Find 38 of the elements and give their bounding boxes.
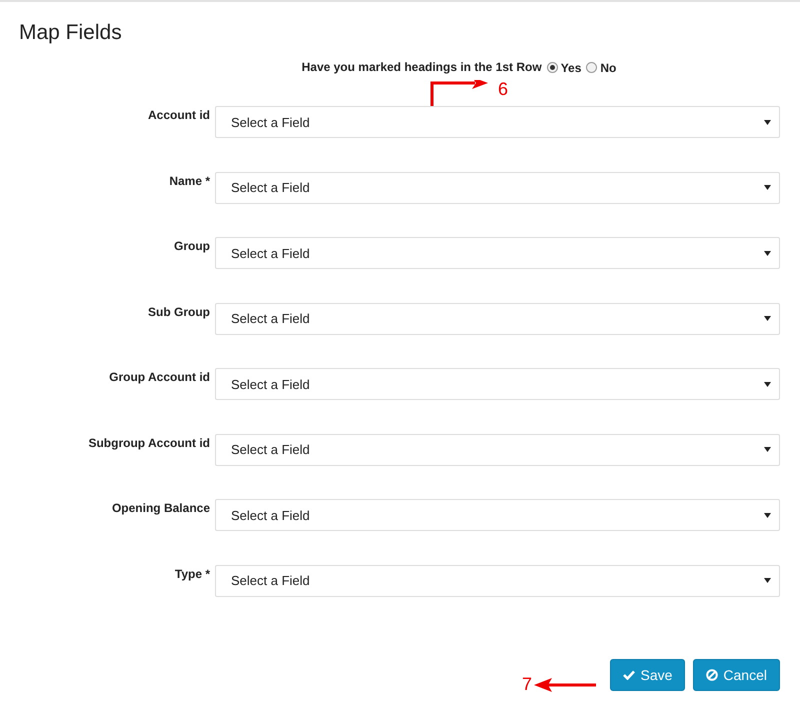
field-label: Subgroup Account id: [88, 434, 210, 452]
callout-number: 7: [522, 674, 532, 695]
caret-icon: [764, 447, 771, 452]
radio-button[interactable]: [546, 62, 558, 72]
select-field[interactable]: Select a Field: [215, 237, 780, 269]
select-field[interactable]: Select a Field: [215, 564, 780, 596]
select-field[interactable]: Select a Field: [215, 434, 780, 466]
arrow-icon: [430, 80, 488, 106]
page-title: Map Fields: [19, 20, 122, 46]
field-label: Group: [174, 238, 210, 255]
save-button[interactable]: Save: [610, 658, 686, 690]
check-icon: [623, 670, 636, 680]
select-field[interactable]: Select a Field: [215, 172, 780, 204]
radio-label[interactable]: Yes: [560, 61, 582, 75]
field-label: Group Account id: [109, 369, 210, 386]
cancel-button[interactable]: Cancel: [693, 658, 780, 690]
field-label: Sub Group: [148, 304, 210, 320]
select-field[interactable]: Select a Field: [215, 302, 780, 334]
radio-button[interactable]: [586, 62, 598, 72]
field-label: Opening Balance: [112, 500, 210, 517]
caret-icon: [764, 382, 771, 386]
caret-icon: [764, 120, 771, 124]
callout-number: 6: [498, 80, 508, 98]
field-label: Account id: [148, 107, 210, 124]
caret-icon: [764, 578, 771, 583]
arrow-icon: [534, 676, 596, 692]
select-field[interactable]: Select a Field: [215, 106, 780, 138]
caret-icon: [764, 250, 771, 256]
question-label: Have you marked headings in the 1st Row: [302, 60, 542, 74]
field-label: Type *: [174, 566, 210, 582]
select-field[interactable]: Select a Field: [215, 499, 780, 531]
radio-label[interactable]: No: [600, 61, 616, 75]
caret-icon: [764, 512, 771, 518]
ban-icon: [706, 668, 718, 680]
field-label: Name *: [169, 172, 210, 190]
select-field[interactable]: Select a Field: [215, 368, 780, 400]
caret-icon: [764, 316, 771, 321]
caret-icon: [764, 185, 771, 190]
